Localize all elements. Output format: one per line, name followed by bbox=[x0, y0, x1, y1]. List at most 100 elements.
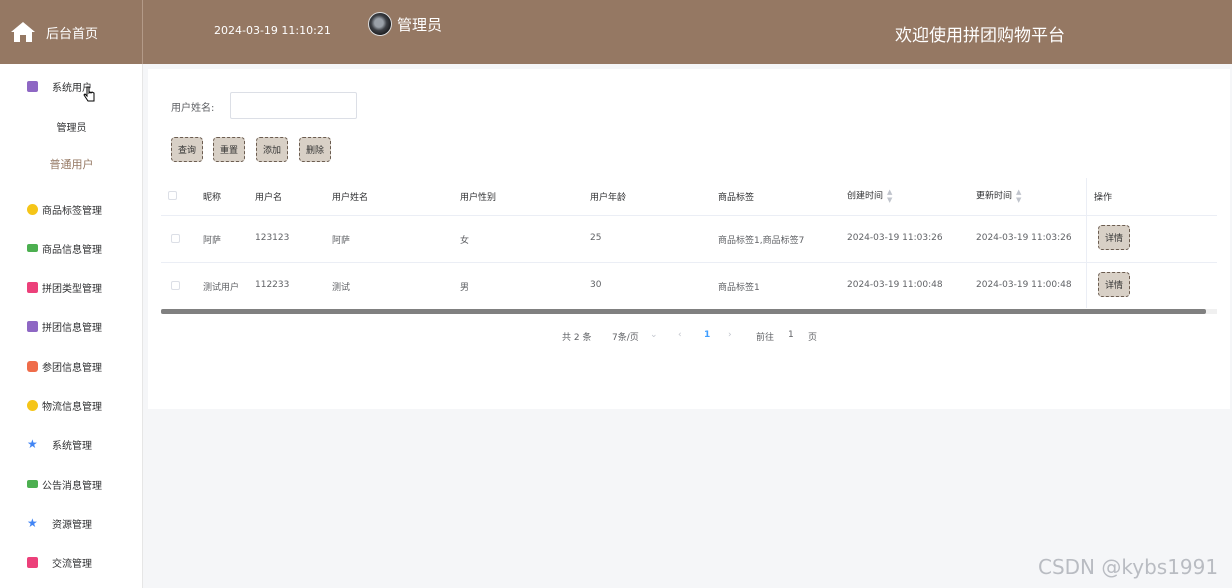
page-size-select[interactable]: 7条/页 bbox=[612, 330, 639, 343]
add-button[interactable]: 添加 bbox=[256, 137, 288, 162]
admin-profile[interactable]: 管理员 bbox=[368, 12, 442, 36]
sidebar-item-label: 参团信息管理 bbox=[42, 362, 102, 374]
column-header-realname: 用户姓名 bbox=[332, 193, 369, 203]
welcome-title: 欢迎使用拼团购物平台 bbox=[895, 26, 1065, 46]
column-header-label: 创建时间 bbox=[847, 191, 884, 202]
sidebar-item-group-types[interactable]: 拼团类型管理 bbox=[0, 272, 143, 302]
column-header-created[interactable]: 创建时间 ▲ ▼ bbox=[847, 188, 892, 204]
sort-icon[interactable]: ▲ ▼ bbox=[1016, 188, 1021, 204]
table-horizontal-scrollbar[interactable] bbox=[161, 309, 1217, 314]
home-link[interactable]: 后台首页 bbox=[0, 0, 143, 64]
sidebar-item-announcements[interactable]: 公告消息管理 bbox=[0, 469, 143, 499]
message-icon bbox=[27, 244, 38, 252]
sidebar-item-resources[interactable]: ★ 资源管理 bbox=[0, 508, 143, 538]
watermark: CSDN @kybs1991 bbox=[1038, 555, 1219, 579]
column-header-label: 更新时间 bbox=[976, 191, 1013, 202]
sidebar-item-group-info[interactable]: 拼团信息管理 bbox=[0, 311, 143, 341]
mouse-cursor-icon bbox=[83, 86, 95, 102]
column-header-tags: 商品标签 bbox=[718, 193, 755, 203]
sidebar-subitem-admin[interactable]: 管理员 bbox=[0, 114, 143, 138]
home-icon bbox=[10, 20, 36, 44]
cell-updated: 2024-03-19 11:00:48 bbox=[976, 280, 1072, 290]
next-page-icon[interactable]: › bbox=[728, 330, 732, 340]
column-header-updated[interactable]: 更新时间 ▲ ▼ bbox=[976, 188, 1021, 204]
sidebar-item-label: 交流管理 bbox=[52, 558, 92, 570]
sidebar-item-logistics[interactable]: 物流信息管理 bbox=[0, 390, 143, 420]
page-suffix-label: 页 bbox=[808, 333, 818, 343]
search-label: 用户姓名: bbox=[171, 103, 215, 114]
cell-gender: 男 bbox=[460, 283, 470, 293]
cell-updated: 2024-03-19 11:03:26 bbox=[976, 233, 1072, 243]
row-checkbox[interactable] bbox=[171, 281, 180, 290]
cell-realname: 测试 bbox=[332, 283, 351, 293]
star-icon: ★ bbox=[27, 515, 38, 530]
reset-button[interactable]: 重置 bbox=[213, 137, 245, 162]
cell-realname: 阿萨 bbox=[332, 236, 351, 246]
avatar bbox=[368, 12, 392, 36]
sort-icon[interactable]: ▲ ▼ bbox=[887, 188, 892, 204]
sidebar-item-product-info[interactable]: 商品信息管理 bbox=[0, 233, 143, 263]
goto-label: 前往 bbox=[756, 333, 775, 343]
cell-created: 2024-03-19 11:03:26 bbox=[847, 233, 943, 243]
cell-username: 112233 bbox=[255, 280, 290, 290]
cell-gender: 女 bbox=[460, 236, 470, 246]
detail-button[interactable]: 详情 bbox=[1098, 225, 1130, 250]
sidebar-item-system-users[interactable]: 系统用户 bbox=[0, 71, 143, 101]
sidebar-subitem-label: 普通用户 bbox=[49, 158, 94, 171]
current-datetime: 2024-03-19 11:10:21 bbox=[214, 24, 331, 37]
username-search-input[interactable] bbox=[230, 92, 357, 119]
sidebar-subitem-label: 管理员 bbox=[56, 122, 87, 134]
cell-age: 25 bbox=[590, 233, 602, 243]
prev-page-icon[interactable]: ‹ bbox=[678, 330, 682, 340]
cell-nickname: 阿萨 bbox=[203, 236, 222, 246]
cell-nickname: 测试用户 bbox=[203, 283, 240, 293]
sidebar-item-label: 商品信息管理 bbox=[42, 244, 102, 256]
scrollbar-thumb[interactable] bbox=[161, 309, 1206, 314]
archive-icon bbox=[27, 80, 38, 92]
badge-icon bbox=[27, 203, 38, 215]
column-header-gender: 用户性别 bbox=[460, 193, 497, 203]
sidebar-subitem-normal-users[interactable]: 普通用户 bbox=[0, 152, 143, 176]
fixed-column-divider bbox=[1086, 178, 1087, 308]
sidebar-item-communication[interactable]: 交流管理 bbox=[0, 547, 143, 577]
archive-icon bbox=[27, 320, 38, 332]
delete-button[interactable]: 删除 bbox=[299, 137, 331, 162]
sidebar-item-label: 资源管理 bbox=[52, 519, 92, 531]
row-checkbox[interactable] bbox=[171, 234, 180, 243]
row-divider bbox=[161, 262, 1217, 263]
sidebar-item-system-manage[interactable]: ★ 系统管理 bbox=[0, 429, 143, 459]
sidebar-item-label: 拼团信息管理 bbox=[42, 322, 102, 334]
sidebar-item-label: 拼团类型管理 bbox=[42, 283, 102, 295]
detail-button[interactable]: 详情 bbox=[1098, 272, 1130, 297]
row-divider bbox=[161, 215, 1217, 216]
ticket-icon bbox=[27, 556, 38, 568]
sidebar-item-label: 公告消息管理 bbox=[42, 480, 102, 492]
sidebar-item-product-tags[interactable]: 商品标签管理 bbox=[0, 194, 143, 224]
badge-icon bbox=[27, 399, 38, 411]
cell-tags: 商品标签1 bbox=[718, 283, 760, 293]
page-number-current[interactable]: 1 bbox=[704, 330, 710, 340]
cell-tags: 商品标签1,商品标签7 bbox=[718, 236, 805, 246]
top-header: 后台首页 2024-03-19 11:10:21 管理员 欢迎使用拼团购物平台 bbox=[0, 0, 1232, 64]
column-header-nickname: 昵称 bbox=[203, 193, 222, 203]
cell-age: 30 bbox=[590, 280, 602, 290]
column-header-age: 用户年龄 bbox=[590, 193, 627, 203]
column-header-username: 用户名 bbox=[255, 193, 283, 203]
query-button[interactable]: 查询 bbox=[171, 137, 203, 162]
grid-icon bbox=[27, 360, 38, 372]
sidebar-item-join-info[interactable]: 参团信息管理 bbox=[0, 351, 143, 381]
chevron-down-icon[interactable]: ⌄ bbox=[650, 330, 658, 340]
cell-username: 123123 bbox=[255, 233, 290, 243]
column-header-actions: 操作 bbox=[1094, 193, 1113, 203]
cell-created: 2024-03-19 11:00:48 bbox=[847, 280, 943, 290]
sidebar-item-label: 商品标签管理 bbox=[42, 205, 102, 217]
message-icon bbox=[27, 480, 38, 488]
select-all-checkbox[interactable] bbox=[168, 191, 177, 200]
pagination-total: 共 2 条 bbox=[562, 333, 592, 343]
home-label: 后台首页 bbox=[46, 26, 99, 42]
admin-name: 管理员 bbox=[397, 15, 443, 34]
goto-page-input[interactable]: 1 bbox=[788, 330, 794, 340]
sidebar-item-label: 物流信息管理 bbox=[42, 401, 102, 413]
sidebar-item-label: 系统管理 bbox=[52, 440, 92, 452]
ticket-icon bbox=[27, 281, 38, 293]
